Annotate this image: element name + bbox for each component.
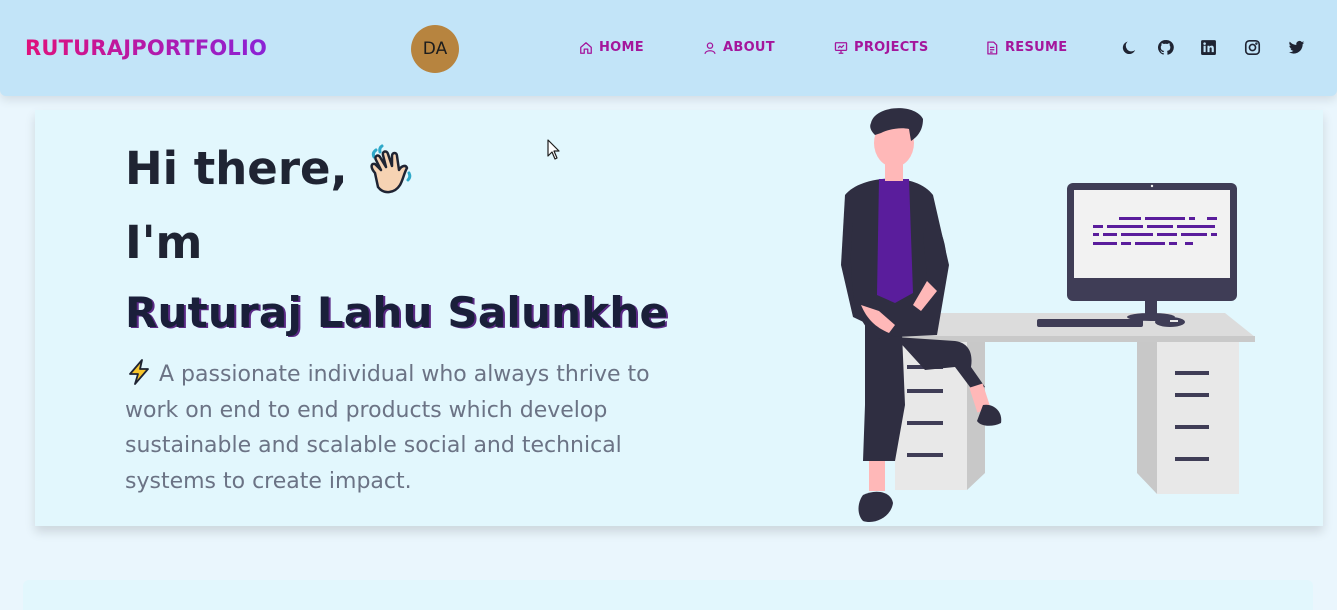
hero-section: Hi there, I'm Ruturaj Lahu Salunkhe A pa… [35, 108, 1323, 526]
navbar: RUTURAJPORTFOLIO DA HOME ABOUT PROJECTS … [0, 0, 1337, 96]
linkedin-link[interactable] [1199, 38, 1217, 56]
avatar[interactable]: DA [411, 25, 459, 73]
twitter-icon [1288, 40, 1304, 54]
mouse-cursor-icon [547, 139, 560, 160]
nav-projects[interactable]: PROJECTS [834, 40, 928, 55]
greeting-text: Hi there, [125, 141, 348, 195]
github-link[interactable] [1156, 38, 1174, 56]
developer-desk-illustration [841, 108, 1255, 523]
presentation-icon [834, 41, 848, 54]
nav-about-label: ABOUT [723, 40, 775, 55]
bio-text: A passionate individual who always thriv… [125, 362, 650, 494]
theme-toggle-button[interactable] [1120, 38, 1138, 56]
linkedin-icon [1200, 39, 1216, 55]
next-section [23, 580, 1313, 610]
nav-resume[interactable]: RESUME [985, 40, 1067, 55]
twitter-link[interactable] [1287, 38, 1305, 56]
intro-heading: I'm [125, 216, 203, 269]
nav-home[interactable]: HOME [579, 40, 644, 55]
nav-about[interactable]: ABOUT [703, 40, 775, 55]
bio-paragraph: A passionate individual who always thriv… [125, 357, 655, 499]
brand-logo[interactable]: RUTURAJPORTFOLIO [25, 36, 267, 60]
home-icon [580, 41, 592, 54]
user-icon [704, 41, 716, 54]
nav-home-label: HOME [599, 40, 644, 55]
github-icon [1157, 39, 1174, 55]
moon-icon [1122, 40, 1135, 54]
instagram-link[interactable] [1243, 38, 1261, 56]
nav-resume-label: RESUME [1005, 40, 1068, 55]
nav-projects-label: PROJECTS [854, 40, 929, 55]
instagram-icon [1244, 39, 1260, 55]
greeting-heading: Hi there, [125, 140, 416, 196]
name-heading: Ruturaj Lahu Salunkhe [125, 288, 669, 337]
document-icon [987, 41, 998, 54]
lightning-icon [129, 359, 149, 385]
waving-hand-icon [362, 140, 416, 196]
